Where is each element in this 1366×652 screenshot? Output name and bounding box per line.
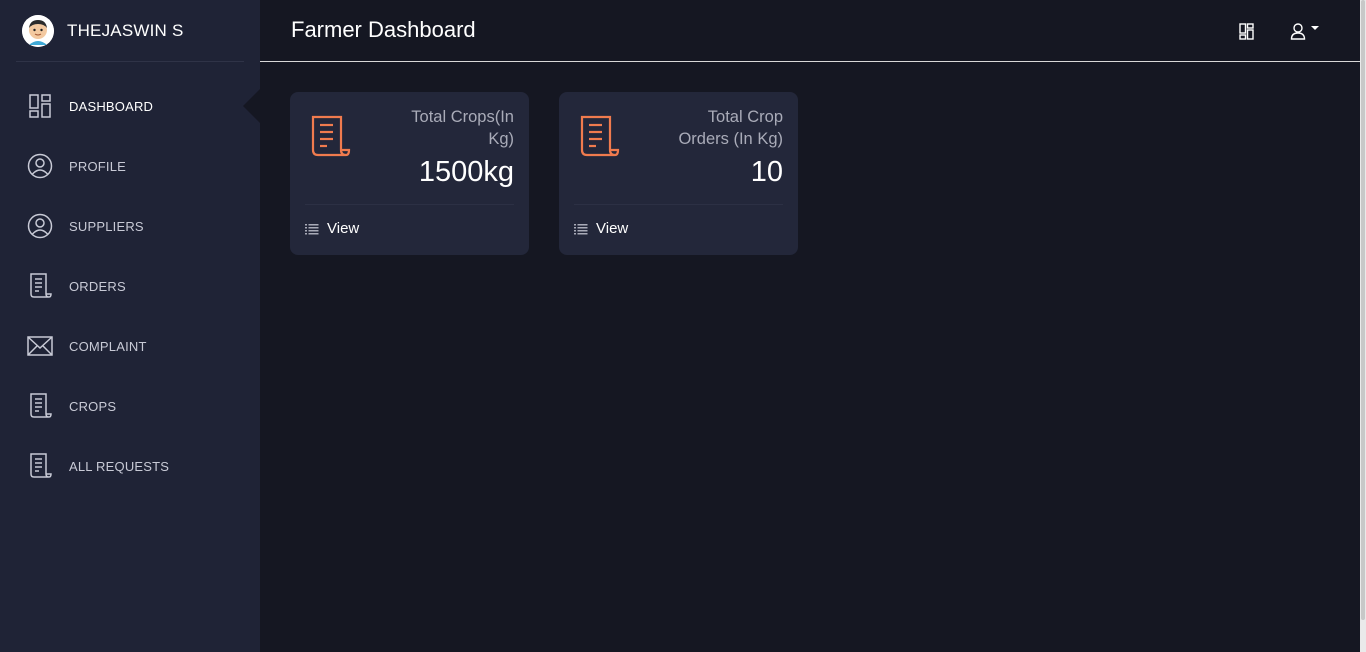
receipt-icon	[578, 115, 620, 159]
view-link[interactable]: View	[574, 220, 628, 237]
user-menu-button[interactable]	[1288, 20, 1322, 42]
user-circle-icon	[27, 213, 53, 239]
sidebar-item-label: ALL REQUESTS	[69, 458, 170, 474]
sidebar-item-label: SUPPLIERS	[69, 218, 144, 234]
list-icon	[574, 223, 588, 234]
sidebar-item-label: ORDERS	[69, 278, 126, 294]
stat-card-total-crop-orders: Total Crop Orders (In Kg) 10 View	[559, 92, 798, 255]
card-value: 1500kg	[418, 156, 514, 188]
top-header: Farmer Dashboard	[260, 0, 1360, 62]
card-divider	[305, 204, 514, 205]
dashboard-icon	[27, 93, 53, 119]
sidebar-item-label: PROFILE	[69, 158, 127, 174]
sidebar: THEJASWIN S DASHBOARD PROFILE SUPPLIERS …	[0, 0, 260, 652]
active-indicator	[243, 89, 260, 123]
dashboard-icon[interactable]	[1235, 20, 1257, 42]
user-icon	[1290, 22, 1306, 40]
card-label: Total Crops(In Kg)	[411, 108, 514, 148]
view-link-label: View	[596, 220, 629, 237]
page-title: Farmer Dashboard	[291, 17, 476, 42]
sidebar-item-label: COMPLAINT	[69, 338, 147, 354]
sidebar-item-complaint[interactable]: COMPLAINT	[0, 316, 260, 376]
user-circle-icon	[27, 153, 53, 179]
sidebar-item-all-requests[interactable]: ALL REQUESTS	[0, 436, 260, 496]
user-name: THEJASWIN S	[67, 20, 184, 40]
receipt-icon	[27, 273, 53, 299]
sidebar-item-label: CROPS	[69, 398, 117, 414]
sidebar-item-crops[interactable]: CROPS	[0, 376, 260, 436]
list-icon	[305, 223, 319, 234]
stat-card-total-crops: Total Crops(In Kg) 1500kg View	[290, 92, 529, 255]
receipt-icon	[27, 393, 53, 419]
card-divider	[574, 204, 783, 205]
avatar[interactable]	[22, 14, 54, 47]
envelope-icon	[27, 333, 53, 359]
sidebar-item-suppliers[interactable]: SUPPLIERS	[0, 196, 260, 256]
page-scrollbar[interactable]	[1360, 0, 1366, 652]
sidebar-item-label: DASHBOARD	[69, 98, 154, 114]
view-link[interactable]: View	[305, 220, 359, 237]
sidebar-item-profile[interactable]: PROFILE	[0, 136, 260, 196]
sidebar-item-dashboard[interactable]: DASHBOARD	[0, 76, 260, 136]
receipt-icon	[27, 453, 53, 479]
receipt-icon	[309, 115, 351, 159]
sidebar-item-orders[interactable]: ORDERS	[0, 256, 260, 316]
user-brand: THEJASWIN S	[16, 0, 244, 62]
card-label: Total Crop Orders (In Kg)	[678, 108, 783, 148]
caret-down-icon	[1311, 26, 1319, 30]
scrollbar-thumb[interactable]	[1361, 0, 1365, 620]
view-link-label: View	[327, 220, 360, 237]
sidebar-nav: DASHBOARD PROFILE SUPPLIERS ORDERS COMPL…	[0, 76, 260, 496]
card-value: 10	[750, 156, 783, 188]
